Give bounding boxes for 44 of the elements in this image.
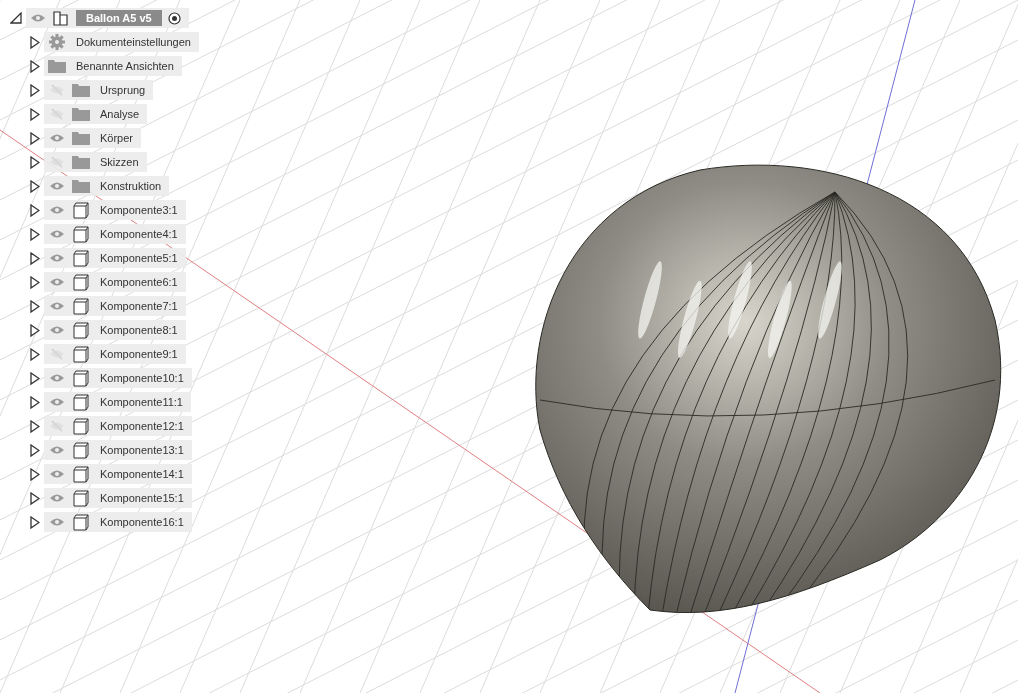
expand-icon[interactable] [30, 59, 40, 73]
activate-radio-icon[interactable] [167, 11, 181, 25]
expand-icon[interactable] [30, 515, 40, 529]
folder-icon [72, 179, 90, 193]
expand-icon[interactable] [30, 251, 40, 265]
expand-icon[interactable] [30, 227, 40, 241]
expand-icon[interactable] [30, 155, 40, 169]
component-icon [73, 321, 89, 339]
component-icon [73, 465, 89, 483]
expand-icon[interactable] [30, 203, 40, 217]
component-icon [73, 417, 89, 435]
component-icon [73, 345, 89, 363]
expand-icon[interactable] [30, 299, 40, 313]
component-icon [73, 249, 89, 267]
expand-icon[interactable] [30, 131, 40, 145]
expand-icon[interactable] [30, 347, 40, 361]
component-icon [73, 393, 89, 411]
expand-icon[interactable] [30, 107, 40, 121]
expand-icon[interactable] [30, 275, 40, 289]
component-icon [73, 513, 89, 531]
component-icon [73, 225, 89, 243]
expand-icon[interactable] [30, 323, 40, 337]
folder-icon [72, 131, 90, 145]
component-icon [73, 489, 89, 507]
expand-icon[interactable] [30, 371, 40, 385]
component-icon [73, 273, 89, 291]
collapse-icon[interactable] [10, 12, 22, 24]
folder-icon [72, 83, 90, 97]
expand-icon[interactable] [30, 179, 40, 193]
component-icon [73, 201, 89, 219]
component-icon [73, 297, 89, 315]
component-icon [73, 369, 89, 387]
folder-icon [72, 107, 90, 121]
expand-icon[interactable] [30, 443, 40, 457]
expand-icon[interactable] [30, 83, 40, 97]
component-icon [73, 441, 89, 459]
expand-icon[interactable] [30, 419, 40, 433]
folder-icon [72, 155, 90, 169]
assembly-icon [52, 9, 70, 27]
expand-icon[interactable] [30, 491, 40, 505]
folder-icon [48, 59, 66, 73]
expand-icon[interactable] [30, 395, 40, 409]
expand-icon[interactable] [30, 467, 40, 481]
expand-icon[interactable] [30, 35, 40, 49]
